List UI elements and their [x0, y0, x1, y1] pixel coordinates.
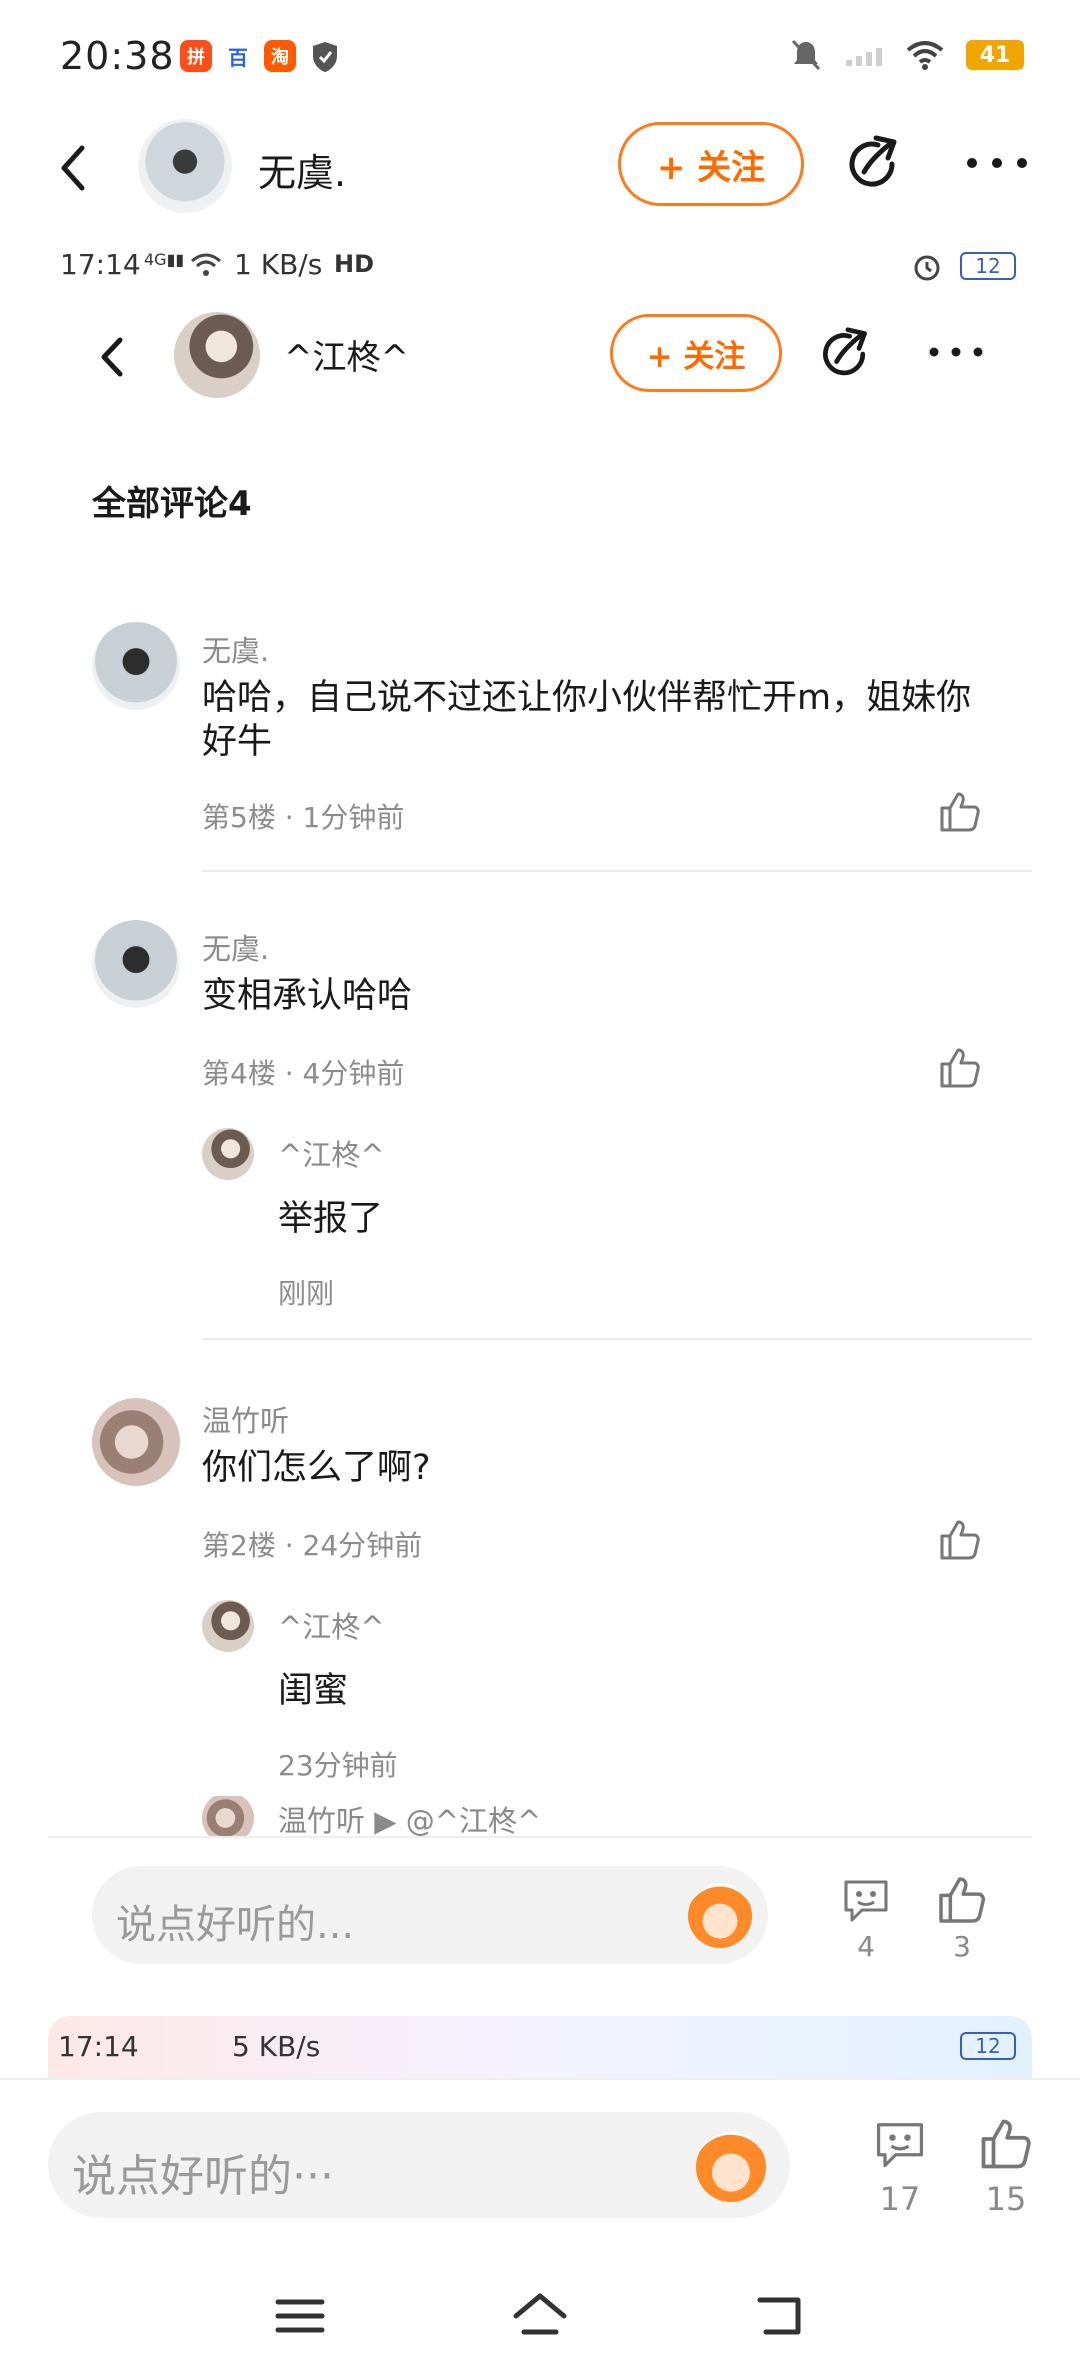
hd-icon: HD	[334, 250, 375, 278]
follow-label: + 关注	[656, 147, 766, 188]
more-dots-icon[interactable]	[962, 148, 1032, 178]
preview-battery: 12	[960, 2032, 1016, 2060]
like-count: 15	[985, 2180, 1027, 2218]
status-bar: 20:38 拼 百 淘 41	[0, 0, 1080, 112]
inner-comment-bar: 说点好听的... 4 3	[48, 1836, 1032, 1996]
reply-username[interactable]: ^江柊^	[278, 1132, 385, 1174]
avatar[interactable]	[202, 1796, 254, 1836]
home-icon[interactable]	[510, 2288, 570, 2344]
battery-indicator: 41	[966, 40, 1024, 70]
more-dots-icon[interactable]	[926, 340, 986, 364]
follow-button[interactable]: + 关注	[610, 314, 782, 392]
back-nav-icon[interactable]	[750, 2288, 810, 2344]
signal-icon	[846, 48, 882, 66]
avatar[interactable]	[202, 1128, 254, 1180]
comment-count: 4	[857, 1930, 875, 1963]
mascot-emoji-icon[interactable]	[696, 2132, 766, 2202]
inner-net-speed: 1 KB/s	[234, 248, 323, 281]
inner-battery: 12	[960, 252, 1016, 280]
reply-meta: 23分钟前	[278, 1749, 398, 1782]
avatar[interactable]	[92, 920, 180, 1008]
wifi-small-icon	[191, 253, 221, 276]
preview-battery-level: 12	[975, 2034, 1001, 2058]
inner-status-bar: 17:14 4G▮▮ 1 KB/s HD 12	[0, 248, 1080, 288]
divider	[202, 870, 1032, 872]
comment-item[interactable]: 温竹听 你们怎么了啊? 第2楼 · 24分钟前 ^江柊^ 闺蜜 23分钟前	[0, 1392, 1080, 1796]
network-4g-icon: 4G▮▮	[144, 250, 185, 269]
follow-button[interactable]: + 关注	[618, 122, 804, 206]
back-arrow-icon[interactable]	[52, 142, 96, 194]
mute-bell-icon	[791, 39, 821, 71]
divider	[202, 1338, 1032, 1340]
comment-bubble-icon[interactable]	[838, 1872, 894, 1928]
mascot-emoji-icon[interactable]	[688, 1884, 752, 1948]
avatar[interactable]	[138, 119, 232, 213]
like-thumb-icon[interactable]	[936, 1044, 984, 1092]
reply-username[interactable]: ^江柊^	[278, 1604, 385, 1646]
comment-text: 哈哈，自己说不过还让你小伙伴帮忙开m，姐妹你好牛	[202, 678, 972, 762]
inner-battery-level: 12	[975, 254, 1001, 278]
taobao-app-icon: 淘	[264, 40, 296, 72]
profile-name[interactable]: 无虞.	[258, 142, 346, 197]
comment-count: 17	[879, 2180, 921, 2218]
comment-placeholder: 说点好听的···	[72, 2151, 334, 2202]
partial-reply: 温竹听 ▶ @^江柊^	[0, 1796, 1080, 1836]
profile-name[interactable]: ^江柊^	[284, 330, 409, 379]
comment-text: 你们怎么了啊?	[202, 1448, 431, 1488]
like-count: 3	[953, 1930, 971, 1963]
back-arrow-icon[interactable]	[94, 334, 130, 380]
battery-level: 41	[979, 42, 1011, 68]
follow-label: + 关注	[646, 338, 746, 375]
like-thumb-icon[interactable]	[976, 2114, 1036, 2174]
wifi-icon	[906, 41, 944, 70]
profile-header: 无虞. + 关注	[0, 112, 1080, 224]
inner-profile-header: ^江柊^ + 关注	[0, 300, 1080, 410]
preview-strip: 17:14 5 KB/s 12	[48, 2016, 1032, 2078]
preview-time: 17:14	[58, 2030, 139, 2063]
comment-item[interactable]: 无虞. 哈哈，自己说不过还让你小伙伴帮忙开m，姐妹你好牛 第5楼 · 1分钟前	[0, 622, 1080, 872]
avatar[interactable]	[202, 1600, 254, 1652]
comment-username[interactable]: 温竹听	[202, 1398, 289, 1440]
avatar[interactable]	[92, 1398, 180, 1486]
comment-text: 变相承认哈哈	[202, 976, 413, 1016]
status-time: 20:38	[60, 34, 175, 78]
pinduoduo-app-icon: 拼	[180, 40, 212, 72]
like-thumb-icon[interactable]	[934, 1872, 990, 1928]
status-right: 41	[790, 38, 1024, 72]
like-thumb-icon[interactable]	[936, 1516, 984, 1564]
comment-input[interactable]: 说点好听的···	[48, 2112, 790, 2218]
reply-username[interactable]: 温竹听 ▶ @^江柊^	[278, 1798, 541, 1836]
system-nav-bar	[0, 2258, 1080, 2376]
baidu-app-icon: 百	[222, 40, 254, 72]
reply-text: 举报了	[278, 1199, 384, 1239]
comments-section-title: 全部评论4	[92, 484, 252, 524]
comment-input[interactable]: 说点好听的...	[92, 1866, 768, 1964]
comment-bubble-icon[interactable]	[870, 2114, 930, 2174]
share-icon[interactable]	[842, 134, 904, 196]
comment-bar: 说点好听的··· 17 15	[0, 2078, 1080, 2258]
share-icon[interactable]	[816, 326, 874, 384]
comment-meta: 第4楼 · 4分钟前	[202, 1057, 405, 1090]
inner-status-time: 17:14	[60, 248, 141, 281]
shield-icon	[310, 40, 340, 78]
avatar[interactable]	[92, 622, 180, 710]
comment-username[interactable]: 无虞.	[202, 628, 269, 670]
menu-icon[interactable]	[270, 2288, 330, 2344]
comment-placeholder: 说点好听的...	[116, 1902, 355, 1948]
comment-meta: 第2楼 · 24分钟前	[202, 1529, 423, 1562]
preview-speed: 5 KB/s	[232, 2030, 321, 2063]
reply-meta: 刚刚	[278, 1277, 335, 1310]
reply-text: 闺蜜	[278, 1671, 349, 1711]
avatar[interactable]	[174, 312, 260, 398]
comment-username[interactable]: 无虞.	[202, 926, 269, 968]
alarm-icon	[914, 255, 940, 281]
like-thumb-icon[interactable]	[936, 788, 984, 836]
comment-meta: 第5楼 · 1分钟前	[202, 801, 405, 834]
comment-item[interactable]: 无虞. 变相承认哈哈 第4楼 · 4分钟前 ^江柊^ 举报了 刚刚	[0, 920, 1080, 1340]
